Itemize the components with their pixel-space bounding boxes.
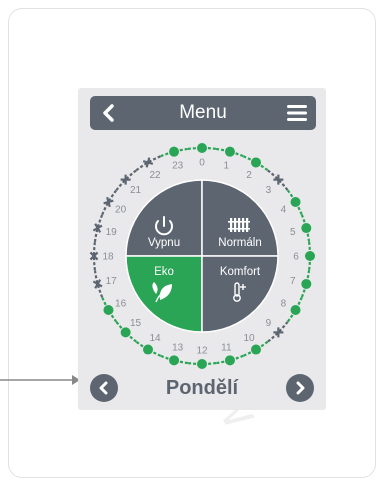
hour-label: 5 xyxy=(290,227,296,238)
hour-label: 19 xyxy=(106,227,118,238)
hour-marker-eco[interactable] xyxy=(251,344,261,355)
hour-label: 18 xyxy=(102,252,114,263)
mode-normal-label: Normáln xyxy=(218,237,261,249)
hour-marker-eco[interactable] xyxy=(290,305,301,315)
next-day-button[interactable] xyxy=(286,374,314,402)
hour-label: 16 xyxy=(115,299,127,310)
hour-label: 1 xyxy=(224,161,230,172)
hour-label: 17 xyxy=(106,276,118,287)
hour-label: 13 xyxy=(172,342,184,353)
mode-eco-label: Eko xyxy=(154,266,174,278)
hour-marker-eco[interactable] xyxy=(103,305,114,315)
hour-label: 3 xyxy=(266,185,272,196)
hour-marker-eco[interactable] xyxy=(290,197,301,207)
schedule-dial[interactable]: 0 1234567891011121314151617181920212223Vy… xyxy=(78,88,326,410)
chevron-left-icon xyxy=(99,381,108,395)
hour-label: 9 xyxy=(266,318,272,329)
thermostat-panel: Menu 0 1 2 3 4 5 6 7 8 9 10 11 12 13 14 15 16 17 18 19 20 21 2… xyxy=(78,88,326,410)
hour-marker-eco[interactable] xyxy=(143,344,153,355)
hour-label: 22 xyxy=(149,170,161,181)
day-selector: Pondělí xyxy=(78,370,326,406)
hour-label: 23 xyxy=(172,161,184,172)
hour-marker-eco[interactable] xyxy=(169,355,180,366)
hour-label: 2 xyxy=(246,170,252,181)
chevron-right-icon xyxy=(296,381,305,395)
day-label: Pondělí xyxy=(165,377,239,399)
hour-marker-eco[interactable] xyxy=(301,223,312,234)
hour-label: 7 xyxy=(290,276,296,287)
hour-label: 0 xyxy=(199,158,205,169)
hour-marker-eco[interactable] xyxy=(251,157,261,168)
hour-marker-normal[interactable] xyxy=(103,196,114,208)
hour-label: 8 xyxy=(281,299,287,310)
hour-marker-eco[interactable] xyxy=(224,146,235,157)
hour-marker-normal[interactable] xyxy=(120,174,131,185)
hour-label: 21 xyxy=(130,185,142,196)
hour-label: 14 xyxy=(149,333,161,344)
hour-marker-eco[interactable] xyxy=(169,146,180,157)
hour-label: 12 xyxy=(196,346,208,357)
prev-day-button[interactable] xyxy=(90,374,118,402)
hour-marker-eco[interactable] xyxy=(301,278,312,289)
pointer-arrow-icon xyxy=(0,375,80,385)
hour-label: 11 xyxy=(221,342,232,353)
hour-marker-eco[interactable] xyxy=(197,143,207,153)
hour-marker-eco[interactable] xyxy=(305,251,315,261)
radiator-icon xyxy=(228,218,250,232)
hour-label: 20 xyxy=(115,205,127,216)
hour-marker-eco[interactable] xyxy=(197,359,207,369)
hour-label: 4 xyxy=(281,205,287,216)
hour-label: 6 xyxy=(293,252,299,263)
hour-label: 15 xyxy=(130,318,142,329)
mode-off-label: Vypnu xyxy=(148,237,180,249)
hour-label: 10 xyxy=(243,333,255,344)
hour-marker-normal[interactable] xyxy=(273,327,284,338)
hour-marker-eco[interactable] xyxy=(224,355,235,366)
mode-comfort-label: Komfort xyxy=(220,266,261,278)
hour-marker-normal[interactable] xyxy=(142,157,154,168)
hour-marker-normal[interactable] xyxy=(273,174,284,185)
